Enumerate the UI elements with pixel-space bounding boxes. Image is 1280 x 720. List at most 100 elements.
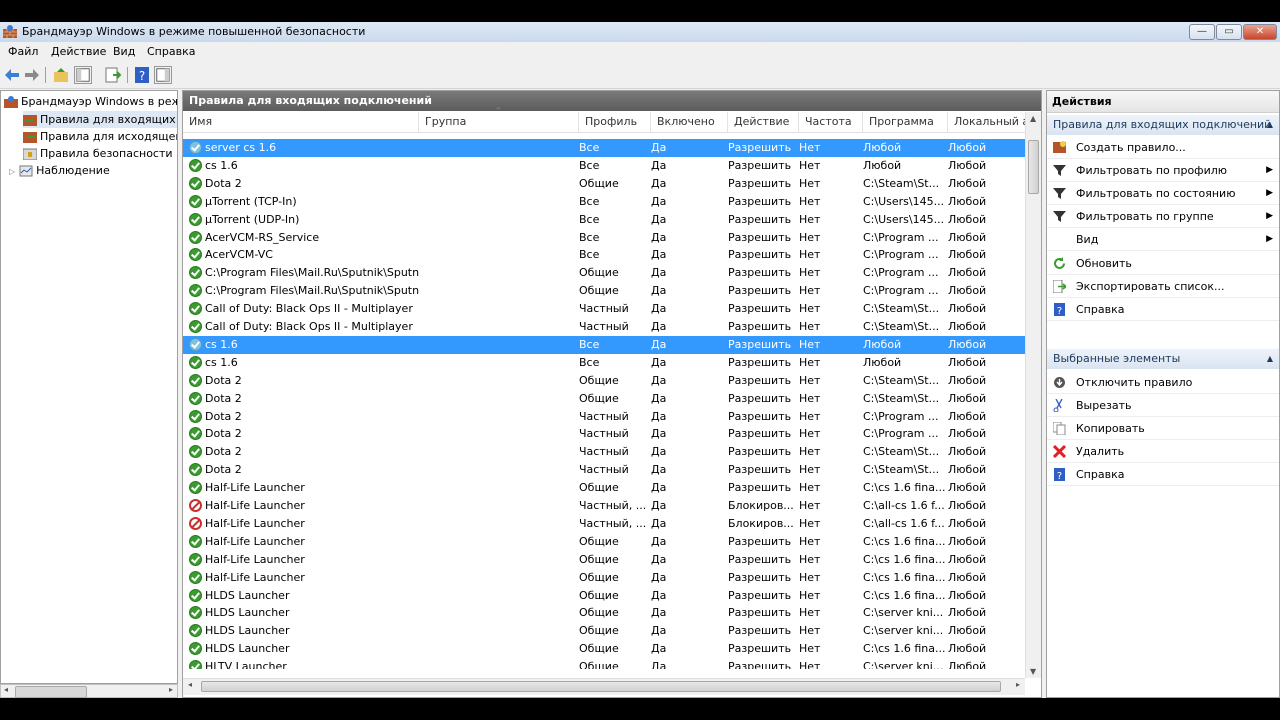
action-item[interactable]: Отключить правило xyxy=(1047,371,1279,394)
rule-local-address: Любой xyxy=(948,141,987,154)
rule-profile: Частный xyxy=(579,320,629,333)
tree-horizontal-scrollbar[interactable]: ◂ ▸ xyxy=(0,684,178,698)
actions-section-selected-header[interactable]: Выбранные элементы ▲ xyxy=(1047,349,1279,369)
rules-vertical-scrollbar[interactable]: ▲ ▼ xyxy=(1025,112,1041,678)
column-program[interactable]: Программа xyxy=(863,112,948,132)
rule-enabled: Да xyxy=(651,320,667,333)
export-list-icon[interactable] xyxy=(104,66,122,84)
rule-profile: Все xyxy=(579,248,600,262)
menu-file[interactable]: Файл xyxy=(8,45,38,58)
close-button[interactable]: ✕ xyxy=(1243,24,1277,40)
table-row[interactable]: Dota 2 Общие Да Разрешить Нет C:\Steam\St... Л… xyxy=(183,175,1025,193)
table-row[interactable]: Dota 2 Частный Да Разрешить Нет C:\Steam\St..… xyxy=(183,461,1025,479)
rule-name: cs 1.6 xyxy=(205,158,238,172)
rule-local-address: Любой xyxy=(948,481,987,495)
action-item[interactable]: Фильтровать по группе ▶ xyxy=(1047,205,1279,229)
table-row[interactable]: Half-Life Launcher Частный, ... Да Блокиров… xyxy=(183,497,1025,515)
rule-action: Разрешить xyxy=(728,660,792,669)
minimize-button[interactable]: — xyxy=(1189,24,1215,40)
maximize-button[interactable]: ▭ xyxy=(1216,24,1242,40)
table-row[interactable]: Half-Life Launcher Общие Да Разрешить Нет C:\… xyxy=(183,533,1025,551)
column-profile[interactable]: Профиль xyxy=(579,112,651,132)
table-row[interactable]: Call of Duty: Black Ops II - Multiplayer… xyxy=(183,318,1025,336)
table-row[interactable]: µTorrent (TCP-In) Все Да Разрешить Нет C:\Use… xyxy=(183,193,1025,211)
action-item[interactable]: Вырезать xyxy=(1047,394,1279,418)
action-item[interactable]: Удалить xyxy=(1047,440,1279,464)
rule-local-address: Любой xyxy=(948,230,987,244)
rule-override: Нет xyxy=(799,445,821,459)
filter-icon xyxy=(1053,211,1066,223)
collapse-arrow-icon[interactable]: ▲ xyxy=(1267,349,1273,369)
table-row[interactable]: cs 1.6 Все Да Разрешить Нет Любой Любой xyxy=(183,354,1025,372)
tree-item-monitoring[interactable]: ▷ Наблюдение xyxy=(9,162,110,179)
menu-view[interactable]: Вид xyxy=(113,45,135,58)
table-row[interactable]: Half-Life Launcher Общие Да Разрешить Нет C:\… xyxy=(183,569,1025,587)
table-row[interactable]: AcerVCM-RS_Service Все Да Разрешить Нет C:\Pr… xyxy=(183,229,1025,247)
action-item[interactable]: Фильтровать по профилю ▶ xyxy=(1047,159,1279,183)
actions-section-inbound-header[interactable]: Правила для входящих подключений ▲ xyxy=(1047,115,1279,135)
table-row[interactable]: HLTV Launcher Общие Да Разрешить Нет C:\serve… xyxy=(183,658,1025,669)
table-row[interactable]: Dota 2 Частный Да Разрешить Нет C:\Program ..… xyxy=(183,408,1025,426)
vertical-scroll-thumb[interactable] xyxy=(1028,140,1039,194)
table-row[interactable]: Dota 2 Общие Да Разрешить Нет C:\Steam\St... Л… xyxy=(183,372,1025,390)
delete-icon xyxy=(1053,445,1066,459)
show-hide-action-pane-icon[interactable] xyxy=(154,66,172,84)
table-row[interactable]: Half-Life Launcher Частный, ... Да Блокиров… xyxy=(183,515,1025,533)
action-item[interactable]: Создать правило... xyxy=(1047,136,1279,159)
table-row[interactable]: C:\Program Files\Mail.Ru\Sputnik\Sputni.… xyxy=(183,282,1025,300)
table-row[interactable]: cs 1.6 Все Да Разрешить Нет Любой Любой xyxy=(183,335,1025,354)
rule-name: HLDS Launcher xyxy=(205,642,290,656)
table-row[interactable]: cs 1.6 Все Да Разрешить Нет Любой Любой xyxy=(183,157,1025,175)
forward-arrow-icon[interactable] xyxy=(23,66,41,84)
tree-root-firewall[interactable]: Брандмауэр Windows в режим xyxy=(4,93,177,110)
table-row[interactable]: Half-Life Launcher Общие Да Разрешить Нет C:\… xyxy=(183,479,1025,497)
column-enabled[interactable]: Включено xyxy=(651,112,728,132)
menu-action[interactable]: Действие xyxy=(51,45,106,58)
tree-item-connection-security[interactable]: Правила безопасности по xyxy=(23,145,177,162)
action-item[interactable]: Экспортировать список... xyxy=(1047,275,1279,298)
table-row[interactable]: Dota 2 Частный Да Разрешить Нет C:\Program ..… xyxy=(183,425,1025,443)
show-hide-console-tree-icon[interactable] xyxy=(74,66,92,84)
action-item[interactable]: ? Справка xyxy=(1047,463,1279,487)
table-row[interactable]: µTorrent (UDP-In) Все Да Разрешить Нет C:\Use… xyxy=(183,211,1025,229)
column-name[interactable]: Имя xyxy=(183,112,419,132)
rule-program: C:\Users\145... xyxy=(863,194,945,208)
action-item[interactable]: Вид ▶ xyxy=(1047,228,1279,252)
table-row[interactable]: C:\Program Files\Mail.Ru\Sputnik\Sputni.… xyxy=(183,264,1025,282)
table-row[interactable]: HLDS Launcher Общие Да Разрешить Нет C:\cs 1.… xyxy=(183,640,1025,658)
allow-check-icon xyxy=(189,266,202,280)
table-row[interactable]: Call of Duty: Black Ops II - Multiplayer… xyxy=(183,300,1025,318)
column-local-address[interactable]: Локальный ад xyxy=(948,112,1025,132)
tree-item-inbound-rules[interactable]: Правила для входящих под xyxy=(23,111,177,128)
back-arrow-icon[interactable] xyxy=(3,66,21,84)
action-item[interactable]: Копировать xyxy=(1047,417,1279,441)
filter-icon xyxy=(1053,165,1066,177)
table-row[interactable]: AcerVCM-VC Все Да Разрешить Нет C:\Program ..… xyxy=(183,246,1025,264)
action-item[interactable]: Обновить xyxy=(1047,252,1279,275)
rules-horizontal-scrollbar[interactable]: ◂ ▸ xyxy=(183,678,1025,695)
table-row[interactable]: server cs 1.6 Все Да Разрешить Нет Любой Любой xyxy=(183,139,1025,157)
help-icon[interactable]: ? xyxy=(133,66,151,84)
action-item[interactable]: ? Справка xyxy=(1047,298,1279,321)
table-row[interactable]: Dota 2 Частный Да Разрешить Нет C:\Steam\St..… xyxy=(183,443,1025,461)
title-bar[interactable]: Брандмауэр Windows в режиме повышенной б… xyxy=(0,22,1280,42)
table-row[interactable]: Dota 2 Общие Да Разрешить Нет C:\Steam\St... Л… xyxy=(183,390,1025,408)
collapse-arrow-icon[interactable]: ▲ xyxy=(1267,115,1273,135)
menu-help[interactable]: Справка xyxy=(147,45,195,58)
rule-enabled: Да xyxy=(651,230,667,244)
column-action[interactable]: Действие xyxy=(728,112,799,132)
table-row[interactable]: HLDS Launcher Общие Да Разрешить Нет C:\cs 1.… xyxy=(183,587,1025,605)
table-row[interactable]: HLDS Launcher Общие Да Разрешить Нет C:\serve… xyxy=(183,604,1025,622)
tree-item-outbound-rules[interactable]: Правила для исходящего п xyxy=(23,128,177,145)
action-item[interactable]: Фильтровать по состоянию ▶ xyxy=(1047,182,1279,206)
column-override[interactable]: Частота xyxy=(799,112,863,132)
rule-program: C:\Steam\St... xyxy=(863,463,940,477)
rule-override: Нет xyxy=(799,284,821,298)
expand-arrow-icon[interactable]: ▷ xyxy=(9,167,15,176)
table-row[interactable]: Half-Life Launcher Общие Да Разрешить Нет C:\… xyxy=(183,551,1025,569)
table-row[interactable]: HLDS Launcher Общие Да Разрешить Нет C:\serve… xyxy=(183,622,1025,640)
column-group[interactable]: Группа xyxy=(419,112,579,132)
up-folder-icon[interactable] xyxy=(52,66,70,84)
rule-override: Нет xyxy=(799,606,821,620)
horizontal-scroll-thumb[interactable] xyxy=(201,681,1001,692)
